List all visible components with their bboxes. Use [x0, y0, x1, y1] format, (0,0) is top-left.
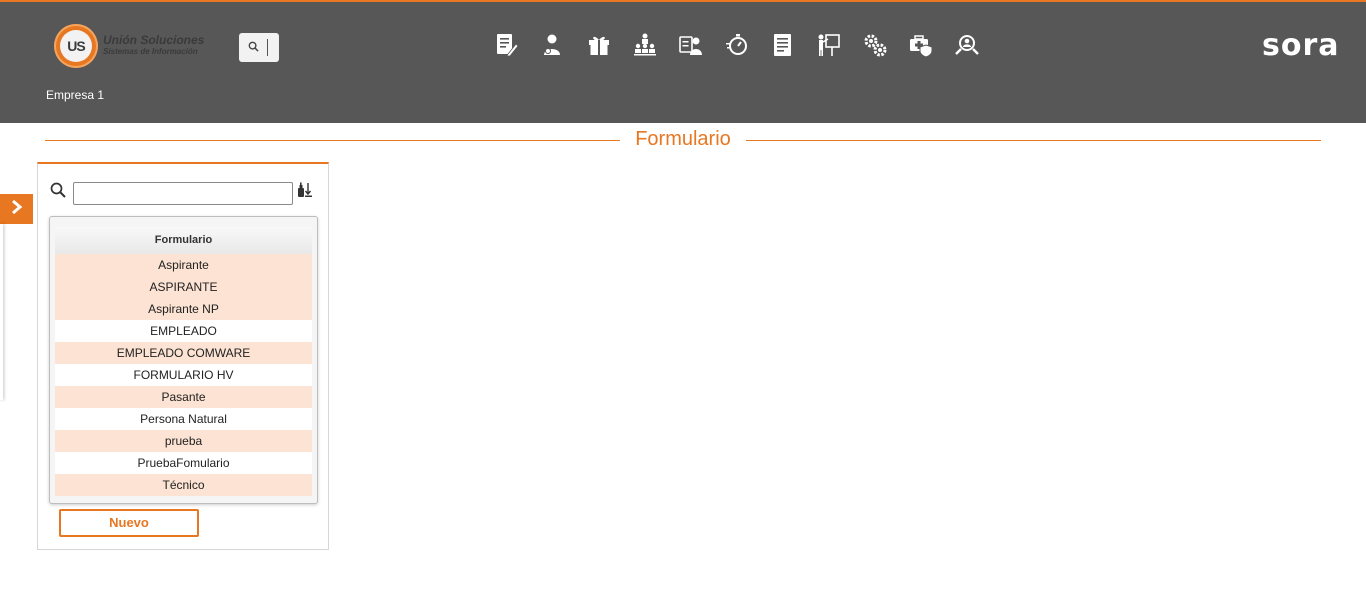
- search-caret: [267, 39, 268, 56]
- table-row[interactable]: Técnico: [55, 474, 312, 496]
- document-list-icon[interactable]: [770, 30, 816, 60]
- main-nav-icons: [494, 30, 1000, 60]
- gift-icon[interactable]: [586, 30, 632, 60]
- logo-badge: US: [54, 24, 98, 68]
- table-row[interactable]: EMPLEADO: [55, 320, 312, 342]
- title-divider-right: [746, 140, 1321, 141]
- clear-filter-icon[interactable]: [297, 182, 313, 203]
- header-search-button[interactable]: [239, 33, 279, 62]
- form-grid: Formulario Aspirante ASPIRANTE Aspirante N…: [49, 216, 318, 504]
- table-row[interactable]: Pasante: [55, 386, 312, 408]
- table-row[interactable]: EMPLEADO COMWARE: [55, 342, 312, 364]
- side-menu-toggle[interactable]: [0, 194, 33, 224]
- table-row[interactable]: PruebaFomulario: [55, 452, 312, 474]
- company-name[interactable]: Empresa 1: [46, 88, 104, 102]
- table-row[interactable]: FORMULARIO HV: [55, 364, 312, 386]
- table-row[interactable]: prueba: [55, 430, 312, 452]
- form-list-panel: Formulario Aspirante ASPIRANTE Aspirante N…: [37, 162, 329, 550]
- training-icon[interactable]: [816, 30, 862, 60]
- table-row[interactable]: ASPIRANTE: [55, 276, 312, 298]
- side-menu-edge: [0, 224, 3, 400]
- search-icon: [50, 182, 66, 203]
- org-chart-icon[interactable]: [632, 30, 678, 60]
- company-logo[interactable]: US Unión Soluciones Sistemas de Informac…: [54, 24, 204, 68]
- search-icon: [248, 39, 259, 57]
- logo-mark: US: [67, 38, 85, 54]
- settings-gears-icon[interactable]: [862, 30, 908, 60]
- search-people-icon[interactable]: [954, 30, 1000, 60]
- filter-input[interactable]: [73, 182, 293, 205]
- timer-icon[interactable]: [724, 30, 770, 60]
- logo-subtitle: Sistemas de Información: [103, 47, 198, 56]
- brand-logo: sora: [1262, 28, 1340, 63]
- employee-card-icon[interactable]: [678, 30, 724, 60]
- table-row[interactable]: Aspirante NP: [55, 298, 312, 320]
- table-row[interactable]: Aspirante: [55, 254, 312, 276]
- grid-column-header[interactable]: Formulario: [55, 227, 312, 254]
- table-row[interactable]: Persona Natural: [55, 408, 312, 430]
- forms-icon[interactable]: [494, 30, 540, 60]
- new-button[interactable]: Nuevo: [59, 509, 199, 537]
- grid-body: Aspirante ASPIRANTE Aspirante NP EMPLEADO EM…: [55, 254, 312, 496]
- page-title-row: Formulario: [45, 126, 1321, 154]
- app-header: US Unión Soluciones Sistemas de Informac…: [0, 2, 1366, 123]
- logo-title: Unión Soluciones: [103, 33, 205, 47]
- user-admin-icon[interactable]: [540, 30, 586, 60]
- medical-case-icon[interactable]: [908, 30, 954, 60]
- chevron-right-icon: [10, 199, 24, 220]
